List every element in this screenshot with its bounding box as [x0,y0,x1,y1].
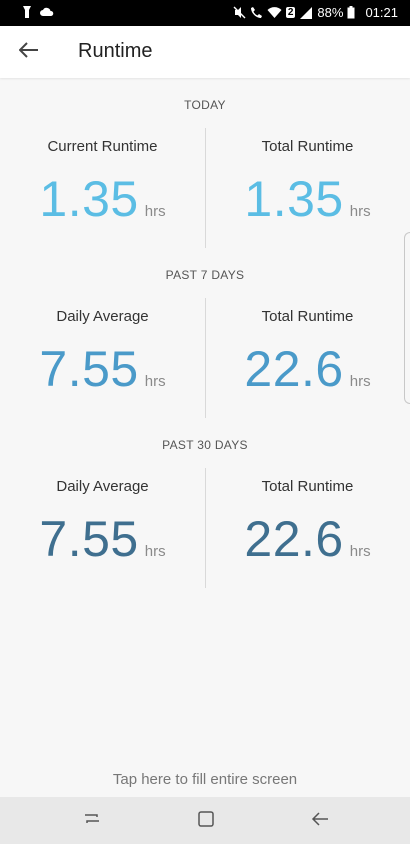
metric-daily-average: Daily Average 7.55 hrs [0,468,205,588]
fill-screen-link[interactable]: Tap here to fill entire screen [0,771,410,788]
home-button[interactable] [194,809,218,833]
metric-unit: hrs [144,203,166,220]
metric-current-runtime: Current Runtime 1.35 hrs [0,128,205,248]
metric-total-runtime: Total Runtime 1.35 hrs [205,128,410,248]
edge-panel-handle[interactable] [404,232,410,404]
metric-unit: hrs [349,543,371,560]
metric-value-group: 7.55 hrs [0,510,205,568]
metric-unit: hrs [349,373,371,390]
metric-daily-average: Daily Average 7.55 hrs [0,298,205,418]
status-bar-left [22,5,54,19]
battery-percent: 88% [317,5,344,20]
call-icon [250,6,263,19]
metric-label: Daily Average [56,478,149,495]
metric-label: Daily Average [56,308,149,325]
metric-row-past-7-days: Daily Average 7.55 hrs Total Runtime 22.… [0,298,410,418]
metric-total-runtime: Total Runtime 22.6 hrs [205,298,410,418]
metric-value-group: 1.35 hrs [205,170,410,228]
section-label-today: TODAY [184,98,226,112]
recent-apps-button[interactable] [80,809,104,833]
metric-row-past-30-days: Daily Average 7.55 hrs Total Runtime 22.… [0,468,410,588]
back-arrow-icon [311,811,329,832]
metric-total-runtime: Total Runtime 22.6 hrs [205,468,410,588]
mute-icon [233,6,246,19]
metric-value-group: 22.6 hrs [205,340,410,398]
signal-icon [299,6,313,19]
metric-label: Total Runtime [261,478,354,495]
status-bar: 2 88% 01:21 [0,0,410,26]
flashlight-icon [22,5,32,19]
metric-unit: hrs [349,203,371,220]
metric-value: 1.35 [244,171,344,227]
metric-value: 22.6 [244,341,344,397]
wifi-icon [267,6,282,19]
nav-back-button[interactable] [308,809,332,833]
metric-label: Total Runtime [261,308,354,325]
app-bar: Runtime [0,26,410,78]
metric-value-group: 22.6 hrs [205,510,410,568]
metric-value: 22.6 [244,511,344,567]
metric-value: 7.55 [39,511,139,567]
sim-badge: 2 [285,7,296,18]
metric-unit: hrs [144,373,166,390]
metric-value: 1.35 [39,171,139,227]
battery-icon [347,6,355,19]
arrow-left-icon [18,41,39,63]
cloud-icon [40,7,54,17]
recent-apps-icon [83,811,101,832]
navigation-bar [0,797,410,844]
page-title: Runtime [78,40,153,62]
metric-value-group: 7.55 hrs [0,340,205,398]
metric-row-today: Current Runtime 1.35 hrs Total Runtime 1… [0,128,410,248]
metric-value-group: 1.35 hrs [0,170,205,228]
back-button[interactable] [14,37,44,67]
home-icon [197,810,215,833]
section-label-past-30-days: PAST 30 DAYS [162,438,248,452]
metric-label: Total Runtime [261,138,354,155]
metric-label: Current Runtime [47,138,158,155]
clock: 01:21 [365,5,398,20]
metric-value: 7.55 [39,341,139,397]
metric-unit: hrs [144,543,166,560]
section-label-past-7-days: PAST 7 DAYS [165,268,245,282]
status-bar-right: 2 88% 01:21 [233,5,398,20]
